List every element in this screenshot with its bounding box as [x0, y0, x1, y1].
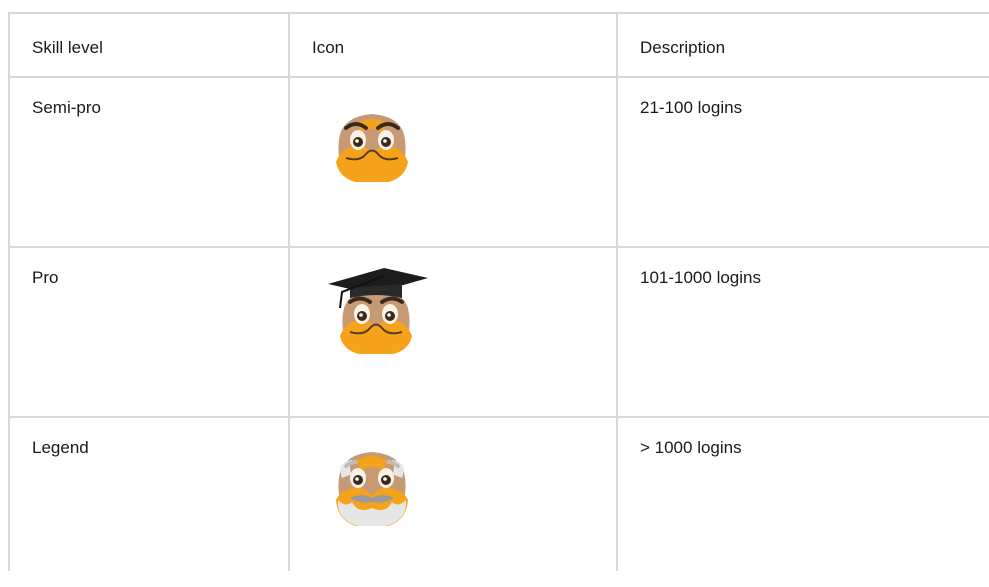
header-icon-label: Icon	[312, 38, 345, 57]
skill-level-table: Skill level Icon Description Semi-pro 21…	[8, 12, 989, 571]
header-description: Description	[616, 12, 989, 78]
header-skill-level-label: Skill level	[32, 38, 103, 57]
description-text: 101-1000 logins	[640, 268, 761, 287]
header-icon: Icon	[288, 12, 618, 78]
skill-level-cell: Legend	[8, 416, 290, 571]
table-row: Pro 101-1000 logins	[8, 246, 989, 418]
icon-cell	[288, 246, 618, 418]
description-text: 21-100 logins	[640, 98, 743, 117]
header-skill-level: Skill level	[8, 12, 290, 78]
icon-cell	[288, 76, 618, 248]
description-cell: 21-100 logins	[616, 76, 989, 248]
description-cell: > 1000 logins	[616, 416, 989, 571]
table-row: Legend > 1000 logins	[8, 416, 989, 571]
semi-pro-mascot-icon	[336, 114, 408, 182]
description-text: > 1000 logins	[640, 438, 742, 457]
table-header-row: Skill level Icon Description	[8, 12, 989, 78]
skill-level-text: Semi-pro	[32, 98, 101, 117]
skill-level-cell: Pro	[8, 246, 290, 418]
description-cell: 101-1000 logins	[616, 246, 989, 418]
header-description-label: Description	[640, 38, 726, 57]
icon-cell	[288, 416, 618, 571]
skill-level-text: Legend	[32, 438, 89, 457]
pro-mascot-graduation-cap-icon	[328, 268, 428, 354]
skill-level-text: Pro	[32, 268, 59, 287]
legend-mascot-beard-icon	[336, 452, 408, 526]
table-row: Semi-pro 21-100 logins	[8, 76, 989, 248]
skill-level-cell: Semi-pro	[8, 76, 290, 248]
